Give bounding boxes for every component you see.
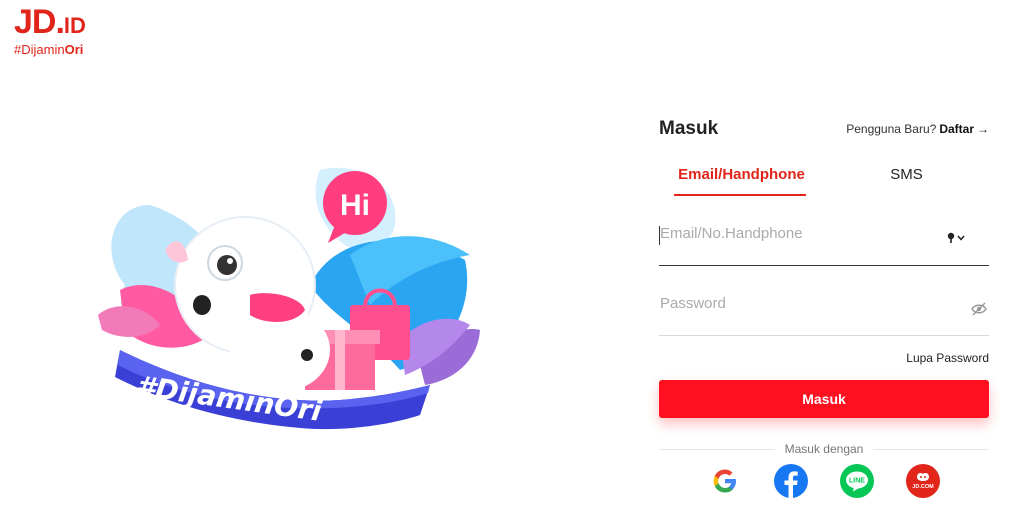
google-login-button[interactable] [708, 464, 742, 498]
jd-com-icon-label: JD.COM [912, 484, 934, 490]
google-icon [713, 469, 736, 493]
login-tabs: Email/Handphone SMS [659, 162, 989, 196]
email-field-container [659, 212, 989, 266]
logo-wordmark: JD.ID [14, 3, 86, 41]
login-button[interactable]: Masuk [659, 380, 989, 418]
line-icon: LINE [846, 471, 868, 492]
password-field-container [659, 282, 989, 336]
login-header: Masuk Pengguna Baru? Daftar → [659, 112, 989, 146]
forgot-password-link[interactable]: Lupa Password [659, 351, 989, 365]
tab-email-handphone[interactable]: Email/Handphone [659, 162, 824, 196]
password-input[interactable] [660, 295, 940, 312]
eye-off-icon[interactable] [971, 302, 987, 316]
login-title: Masuk [659, 118, 719, 139]
arrow-right-icon[interactable]: → [977, 122, 989, 136]
hi-bubble-text: Hi [340, 189, 370, 222]
jd-id-logo[interactable]: JD.ID #DijaminOri [14, 4, 86, 57]
jd-com-icon: JD.COM [912, 473, 934, 490]
social-login-buttons: LINE JD.COM [659, 464, 989, 498]
email-input[interactable] [660, 225, 940, 242]
line-login-button[interactable]: LINE [840, 464, 874, 498]
social-login-label: Masuk dengan [774, 442, 874, 456]
key-dropdown-icon[interactable] [947, 231, 967, 245]
facebook-login-button[interactable] [774, 464, 808, 498]
line-icon-label: LINE [849, 478, 865, 485]
jd-com-login-button[interactable]: JD.COM [906, 464, 940, 498]
mascot-illustration: Hi #DijaminOri [98, 167, 480, 430]
social-login-divider: Masuk dengan [659, 440, 989, 456]
tab-sms[interactable]: SMS [824, 162, 989, 194]
logo-tagline: #DijaminOri [14, 42, 84, 57]
login-panel: Masuk Pengguna Baru? Daftar → Email/Hand… [659, 112, 989, 498]
signup-prompt: Pengguna Baru? Daftar → [846, 122, 989, 136]
facebook-icon [784, 471, 798, 498]
signup-prompt-text: Pengguna Baru? [846, 122, 937, 136]
signup-link[interactable]: Daftar [939, 122, 974, 136]
